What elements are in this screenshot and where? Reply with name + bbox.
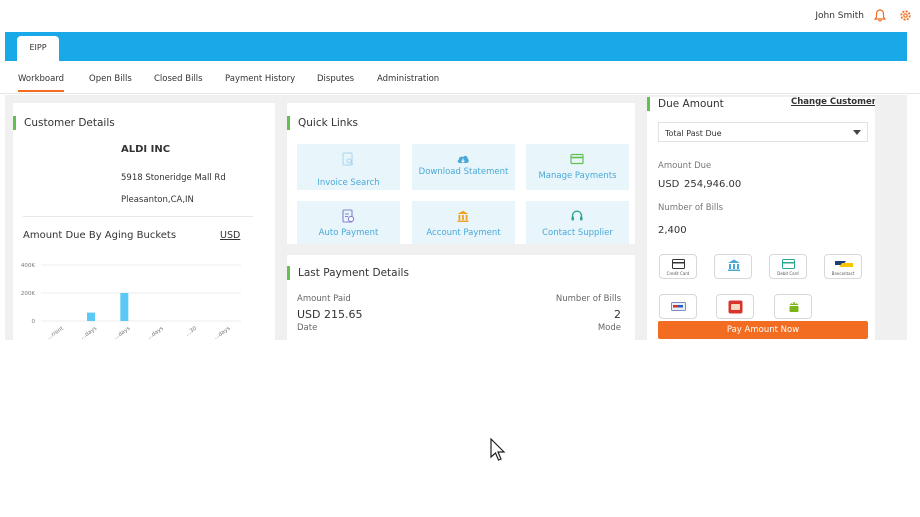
- main-nav: Workboard Open Bills Closed Bills Paymen…: [0, 70, 920, 94]
- debit-card-method[interactable]: Debit Card: [769, 254, 807, 279]
- paid-bills-value: 2: [614, 308, 621, 321]
- account-payment-link[interactable]: Account Payment: [412, 201, 515, 244]
- android-icon: [789, 302, 799, 312]
- bancontact-method[interactable]: Bancontact: [824, 254, 862, 279]
- tab-workboard[interactable]: Workboard: [18, 74, 65, 92]
- contact-supplier-link[interactable]: Contact Supplier: [526, 201, 629, 244]
- paid-bills-label: Number of Bills: [555, 294, 621, 304]
- x-tick-label: ...days: [113, 326, 131, 340]
- aging-bar[interactable]: [120, 293, 129, 321]
- bank-card-icon: [671, 302, 686, 311]
- customer-details-title: Customer Details: [13, 116, 115, 130]
- tab-disputes[interactable]: Disputes: [317, 74, 354, 92]
- invoice-search-icon: [342, 152, 354, 166]
- y-tick-label: 0: [32, 319, 36, 325]
- auto-payment-label: Auto Payment: [318, 228, 379, 238]
- credit-card-caption: Credit Card: [666, 271, 690, 276]
- manage-payments-label: Manage Payments: [538, 171, 617, 181]
- app-tab-eipp[interactable]: EIPP: [17, 36, 59, 61]
- auto-payment-icon: [342, 209, 355, 223]
- x-tick-label: ...rrent: [46, 325, 65, 340]
- x-tick-label: ...days: [146, 326, 164, 340]
- x-tick-label: ...30: [185, 325, 199, 337]
- last-payment-card: Last Payment Details Amount Paid USD 215…: [287, 255, 635, 340]
- bank-transfer-method[interactable]: [714, 254, 752, 279]
- payment-date-label: Date: [297, 323, 318, 333]
- credit-card-icon: [672, 259, 685, 269]
- android-pay-method[interactable]: [774, 294, 812, 319]
- bank-card-method[interactable]: [659, 294, 697, 319]
- tab-administration[interactable]: Administration: [377, 74, 439, 92]
- due-bills-value: 2,400: [658, 225, 687, 236]
- customer-name: ALDI INC: [121, 144, 171, 155]
- y-tick-label: 400K: [21, 263, 35, 269]
- bell-icon[interactable]: [874, 9, 886, 22]
- aging-bar[interactable]: [87, 312, 95, 321]
- bank-icon: [728, 259, 740, 271]
- amount-due-label: Amount Due: [658, 161, 712, 171]
- invoice-search-label: Invoice Search: [317, 178, 380, 188]
- amount-due-currency: USD: [658, 179, 680, 190]
- app-window: John Smith EIPP Workboard Open Bills Clo…: [0, 0, 920, 517]
- credit-card-method[interactable]: Credit Card: [659, 254, 697, 279]
- pay-amount-now-button[interactable]: Pay Amount Now: [658, 321, 868, 339]
- amount-due-value: 254,946.00: [684, 179, 742, 190]
- x-tick-label: ...days: [80, 326, 98, 340]
- download-cloud-icon: [457, 155, 469, 163]
- aging-currency-link[interactable]: USD: [220, 230, 240, 241]
- tab-payment-history[interactable]: Payment History: [225, 74, 295, 92]
- due-bills-label: Number of Bills: [658, 203, 724, 213]
- due-type-select[interactable]: Total Past Due: [658, 122, 868, 142]
- user-name[interactable]: John Smith: [815, 11, 864, 21]
- amount-paid-label: Amount Paid: [297, 294, 351, 304]
- amount-paid-value: USD 215.65: [297, 308, 363, 321]
- manage-payments-link[interactable]: Manage Payments: [526, 144, 629, 190]
- due-amount-title: Due Amount: [647, 97, 724, 111]
- due-type-value: Total Past Due: [665, 129, 722, 138]
- headset-icon: [571, 210, 583, 221]
- customer-address-line1: 5918 Stoneridge Mall Rd: [121, 173, 226, 183]
- app-tab-bar: [5, 32, 907, 61]
- payment-card-icon: [570, 153, 584, 165]
- aging-buckets-chart: 400K 200K 0 ...rrent ...days ...days ...days..…: [21, 263, 241, 340]
- tab-closed-bills[interactable]: Closed Bills: [154, 74, 203, 92]
- download-statement-label: Download Statement: [418, 167, 509, 177]
- x-tick-label: ...days: [213, 326, 231, 340]
- auto-payment-link[interactable]: Auto Payment: [297, 201, 400, 244]
- bancontact-icon: [835, 261, 853, 267]
- change-customer-link[interactable]: Change Customer: [791, 97, 875, 107]
- debit-card-caption: Debit Card: [777, 271, 799, 276]
- mouse-cursor-icon: [490, 438, 506, 461]
- card-divider: [23, 216, 253, 217]
- bank-icon: [457, 210, 469, 222]
- gear-icon[interactable]: [899, 9, 912, 22]
- debit-card-icon: [782, 259, 795, 269]
- top-bar: John Smith: [0, 0, 920, 32]
- contact-supplier-label: Contact Supplier: [542, 228, 613, 238]
- y-tick-label: 200K: [21, 291, 35, 297]
- invoice-search-link[interactable]: Invoice Search: [297, 144, 400, 190]
- download-statement-link[interactable]: Download Statement: [412, 144, 515, 190]
- digital-wallet-method[interactable]: [716, 294, 754, 319]
- customer-address-line2: Pleasanton,CA,IN: [121, 195, 194, 205]
- bancontact-caption: Bancontact: [831, 271, 855, 276]
- quick-links-title: Quick Links: [287, 116, 358, 130]
- tab-open-bills[interactable]: Open Bills: [89, 74, 132, 92]
- aging-buckets-title: Amount Due By Aging Buckets: [23, 230, 177, 241]
- last-payment-title: Last Payment Details: [287, 266, 409, 280]
- payment-mode-label: Mode: [597, 323, 621, 333]
- wallet-icon: [728, 300, 743, 314]
- customer-details-card: Customer Details ALDI INC 5918 Stoneridg…: [13, 103, 275, 340]
- chevron-down-icon: [853, 130, 861, 135]
- account-payment-label: Account Payment: [426, 228, 501, 238]
